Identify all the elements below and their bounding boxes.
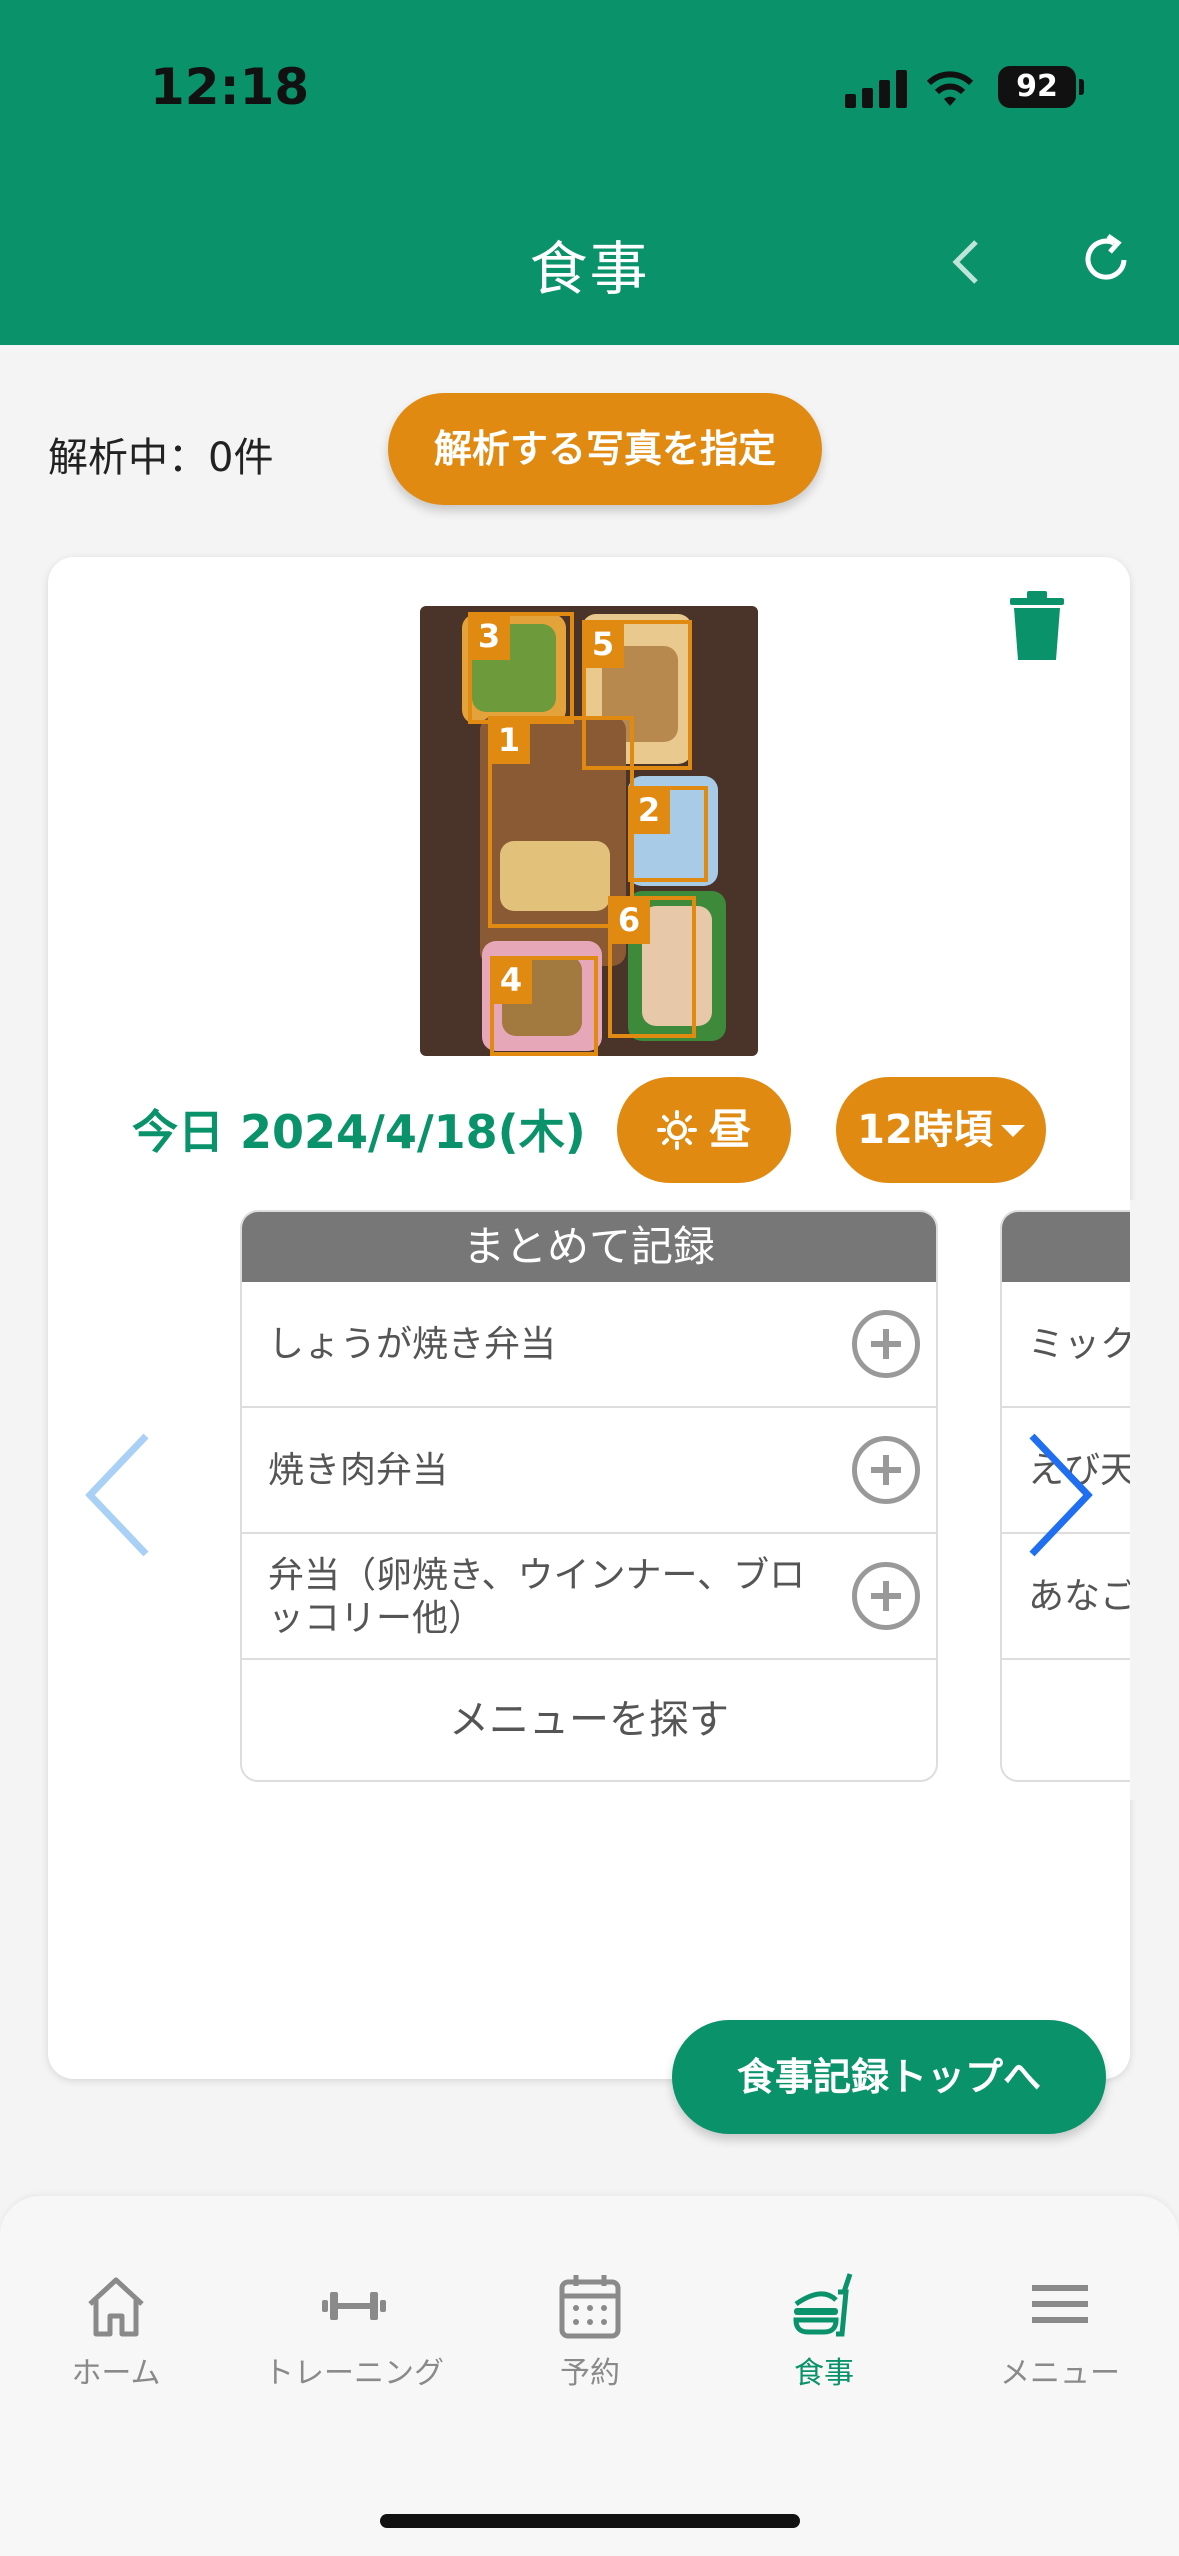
meal-type-label: 昼 [708,1105,751,1154]
home-indicator [380,2514,800,2528]
detection-label-2: 2 [628,786,670,834]
suggestion-label: しょうが焼き弁当 [268,1324,557,1366]
meal-time-dropdown[interactable]: 12時頃 [836,1077,1046,1183]
chevron-left-icon[interactable] [80,1430,160,1560]
pick-photo-button[interactable]: 解析する写真を指定 [388,393,822,505]
tab-label: 食事 [794,2356,854,2391]
analysis-count: 解析中：0件 [48,435,274,481]
meal-icon [793,2273,853,2337]
app-header: 12:18 92 食事 [0,0,1179,345]
suggestion-panel: まとめて記録 しょうが焼き弁当 焼き肉弁当 弁当（卵焼き、ウインナー、ブロッコリ… [240,1210,938,1782]
meal-time-label: 12時頃 [857,1107,993,1153]
detection-label-4: 4 [490,956,532,1004]
trash-icon[interactable] [1008,590,1066,662]
tab-label: 予約 [560,2356,620,2391]
card-edge-mask [1130,1200,1179,1800]
plus-circle-icon[interactable] [852,1310,920,1378]
search-menu-button[interactable]: メニューを探す [242,1660,936,1780]
tab-meal[interactable]: 食事 [724,2270,924,2392]
tab-menu[interactable]: メニュー [960,2270,1160,2392]
tab-label: メニュー [1000,2356,1120,2391]
calendar-icon [559,2275,621,2339]
sun-icon [656,1110,697,1150]
detection-label-6: 6 [608,896,650,944]
meal-type-button[interactable]: 昼 [617,1077,791,1183]
battery-tip [1079,79,1084,95]
suggestion-row[interactable]: 弁当（卵焼き、ウインナー、ブロッコリー他） [242,1534,936,1660]
home-icon [88,2277,144,2337]
hamburger-menu-icon [1032,2285,1088,2323]
battery-indicator: 92 [998,66,1076,108]
chevron-right-icon[interactable] [1018,1430,1098,1560]
tab-home[interactable]: ホーム [16,2270,216,2392]
meal-record-top-button[interactable]: 食事記録トップへ [672,2020,1106,2134]
status-time: 12:18 [150,58,310,116]
suggestion-label: 焼き肉弁当 [268,1450,449,1492]
tab-label: トレーニング [264,2356,444,2391]
plus-circle-icon[interactable] [852,1562,920,1630]
tab-training[interactable]: トレーニング [254,2270,454,2392]
detection-label-3: 3 [468,612,510,660]
suggestion-label: 弁当（卵焼き、ウインナー、ブロッコリー他） [268,1554,806,1639]
cellular-signal-icon [845,70,907,108]
detection-label-1: 1 [488,716,530,764]
page-title: 食事 [529,235,650,303]
wifi-icon [926,71,974,106]
suggestion-row[interactable]: 焼き肉弁当 [242,1408,936,1534]
chevron-left-icon[interactable] [940,232,990,292]
refresh-icon[interactable] [1080,228,1136,288]
caret-down-icon [1000,1125,1025,1137]
plus-circle-icon[interactable] [852,1436,920,1504]
food-photo: 3 5 1 2 6 4 [420,606,758,1056]
tab-label: ホーム [71,2356,161,2391]
bulk-record-header: まとめて記録 [242,1212,936,1282]
dumbbell-icon [322,2292,386,2320]
tab-reservation[interactable]: 予約 [490,2270,690,2392]
suggestion-row[interactable]: しょうが焼き弁当 [242,1282,936,1408]
meal-date[interactable]: 今日 2024/4/18(木) [132,1096,586,1162]
detection-label-5: 5 [582,620,624,668]
